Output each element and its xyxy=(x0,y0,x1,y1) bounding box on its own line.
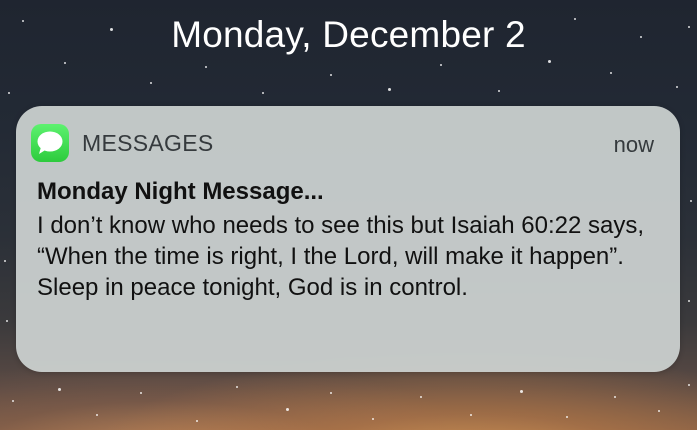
app-name: MESSAGES xyxy=(82,130,214,156)
message-notification[interactable]: MESSAGES now Monday Night Message... I d… xyxy=(16,106,680,372)
notification-title: Monday Night Message... xyxy=(37,178,324,205)
messages-icon xyxy=(31,124,69,162)
notification-body: I don’t know who needs to see this but I… xyxy=(37,212,645,301)
notification-time: now xyxy=(613,132,654,157)
lock-screen-date: Monday, December 2 xyxy=(171,14,526,55)
